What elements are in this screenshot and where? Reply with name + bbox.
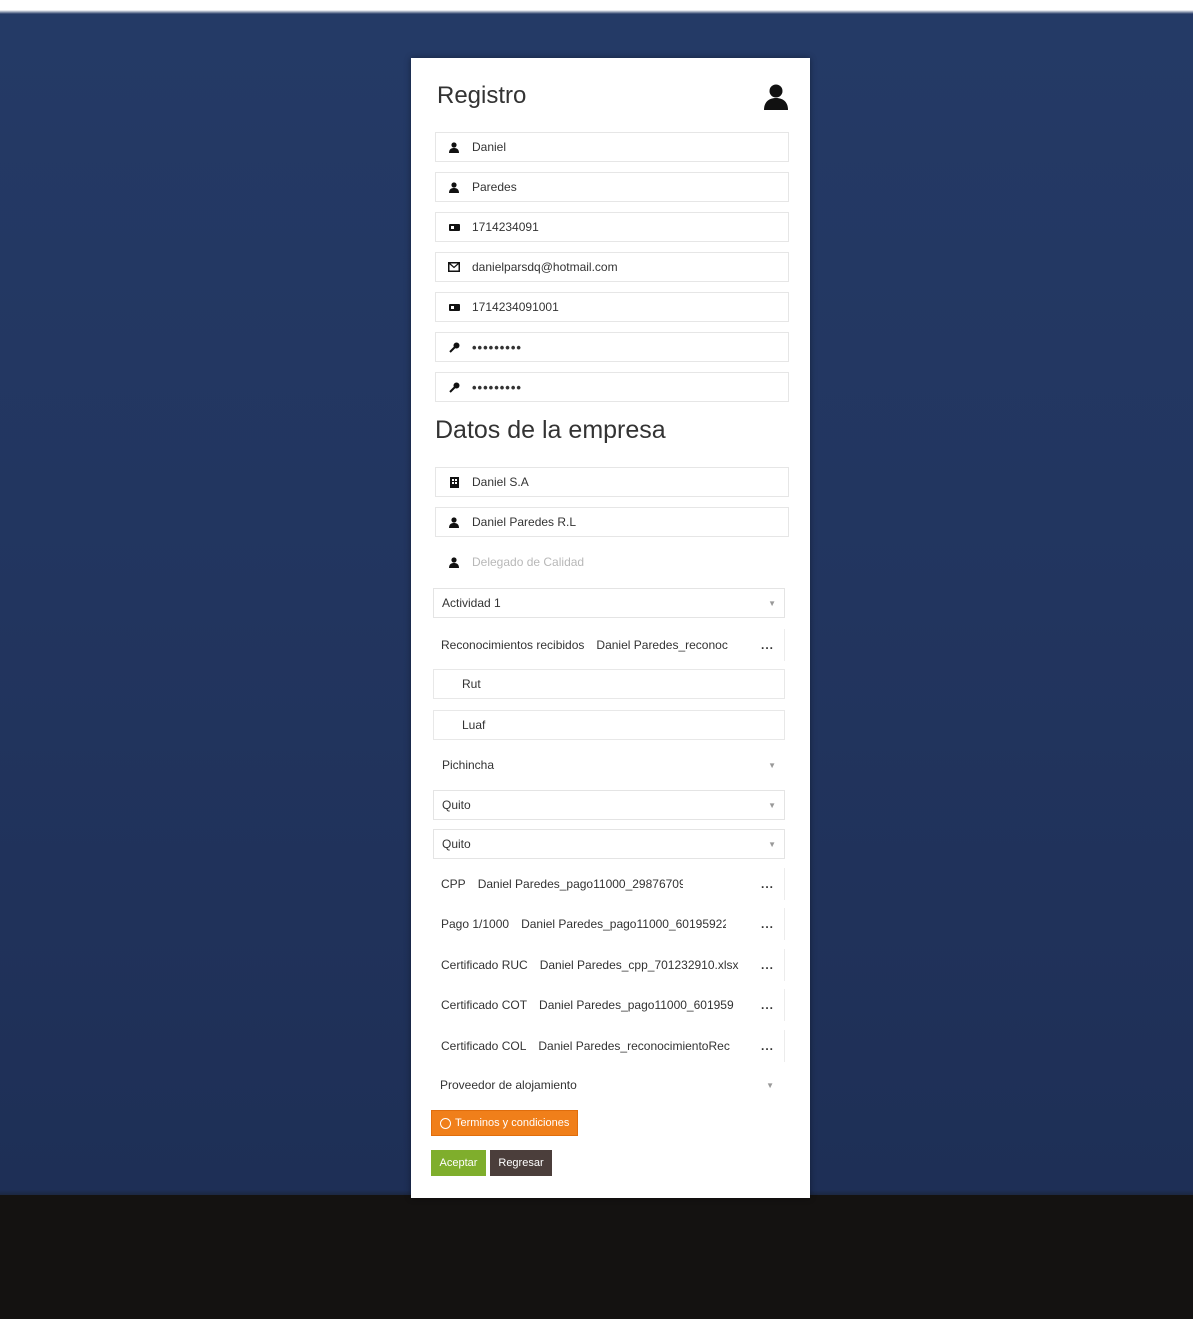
email-value: danielparsdq@hotmail.com (472, 260, 618, 274)
ruc-cert-file-name: Daniel Paredes_cpp_701232910.xlsx (539, 958, 739, 972)
luaf-value: Luaf (462, 718, 486, 732)
activity-select[interactable]: Actividad 1 ▼ (433, 588, 785, 618)
cpp-file-name: Daniel Paredes_pago11000_29876709.xlsx (477, 877, 683, 891)
accept-button-label: Aceptar (439, 1157, 478, 1169)
parish-select-value: Quito (442, 837, 471, 851)
circle-icon (440, 1117, 451, 1129)
back-button-label: Regresar (498, 1157, 544, 1169)
chevron-down-icon: ▼ (768, 760, 776, 770)
first-name-value: Daniel (472, 140, 507, 154)
accept-button[interactable]: Aceptar (431, 1150, 486, 1176)
key-icon (436, 342, 472, 353)
monitor-bezel (0, 1195, 1193, 1319)
payment-file-name: Daniel Paredes_pago11000_60195922 (521, 917, 727, 931)
legal-rep-value: Daniel Paredes R.L (472, 515, 577, 529)
ruc-value: 1714234091001 (472, 300, 559, 314)
envelope-icon (436, 262, 472, 272)
col-cert-file-field[interactable]: Certificado COL Daniel Paredes_reconocim… (433, 1030, 785, 1062)
confirm-password-value: ••••••••• (472, 379, 522, 395)
luaf-field[interactable]: Luaf (433, 710, 785, 740)
key-icon (436, 382, 472, 393)
rut-value: Rut (462, 677, 481, 691)
col-cert-file-name: Daniel Paredes_reconocimientoRec (538, 1039, 730, 1053)
registration-panel: Registro Daniel Paredes 1714234091 danie… (411, 58, 810, 1198)
terms-button[interactable]: Terminos y condiciones (431, 1110, 578, 1136)
company-name-value: Daniel S.A (472, 475, 529, 489)
province-select[interactable]: Pichincha ▼ (433, 750, 785, 780)
page-title: Registro (437, 82, 527, 109)
cpp-file-field[interactable]: CPP Daniel Paredes_pago11000_29876709.xl… (433, 868, 785, 900)
browse-button[interactable]: ... (761, 917, 774, 931)
user-icon (436, 141, 472, 153)
chevron-down-icon: ▼ (768, 800, 776, 810)
last-name-value: Paredes (472, 180, 517, 194)
payment-file-field[interactable]: Pago 1/1000 Daniel Paredes_pago11000_601… (433, 908, 785, 940)
cot-cert-file-name: Daniel Paredes_pago11000_601959 (539, 998, 734, 1012)
company-name-field[interactable]: Daniel S.A (435, 467, 789, 497)
user-icon (436, 181, 472, 193)
back-button[interactable]: Regresar (490, 1150, 552, 1176)
ruc-cert-label: Certificado RUC (441, 958, 528, 972)
id-number-field[interactable]: 1714234091 (435, 212, 789, 242)
id-card-icon (436, 223, 472, 231)
province-select-value: Pichincha (442, 758, 495, 772)
cot-cert-label: Certificado COT (441, 998, 528, 1012)
browse-button[interactable]: ... (761, 958, 774, 972)
browse-button[interactable]: ... (761, 638, 774, 652)
browse-button[interactable]: ... (761, 998, 774, 1012)
provider-select[interactable]: Proveedor de alojamiento ▼ (431, 1070, 783, 1100)
chevron-down-icon: ▼ (768, 598, 776, 608)
last-name-field[interactable]: Paredes (435, 172, 789, 202)
legal-rep-field[interactable]: Daniel Paredes R.L (435, 507, 789, 537)
ruc-field[interactable]: 1714234091001 (435, 292, 789, 322)
col-cert-label: Certificado COL (441, 1039, 527, 1053)
payment-label: Pago 1/1000 (441, 917, 510, 931)
password-field[interactable]: ••••••••• (435, 332, 789, 362)
city-select-value: Quito (442, 798, 471, 812)
user-icon (436, 556, 472, 568)
chevron-down-icon: ▼ (768, 839, 776, 849)
cpp-label: CPP (441, 877, 466, 891)
recognitions-file-field[interactable]: Reconocimientos recibidos Daniel Paredes… (433, 629, 785, 661)
first-name-field[interactable]: Daniel (435, 132, 789, 162)
id-card-icon (436, 303, 472, 311)
cot-cert-file-field[interactable]: Certificado COT Daniel Paredes_pago11000… (433, 989, 785, 1021)
ruc-cert-file-field[interactable]: Certificado RUC Daniel Paredes_cpp_70123… (433, 949, 785, 981)
id-number-value: 1714234091 (472, 220, 539, 234)
user-icon (436, 516, 472, 528)
city-select[interactable]: Quito ▼ (433, 790, 785, 820)
parish-select[interactable]: Quito ▼ (433, 829, 785, 859)
terms-button-label: Terminos y condiciones (455, 1117, 570, 1129)
quality-delegate-placeholder: Delegado de Calidad (472, 555, 585, 569)
quality-delegate-field[interactable]: Delegado de Calidad (435, 547, 789, 577)
recognitions-label: Reconocimientos recibidos (441, 638, 585, 652)
section-title: Datos de la empresa (435, 416, 666, 444)
activity-select-value: Actividad 1 (442, 596, 501, 610)
building-icon (436, 476, 472, 488)
provider-select-value: Proveedor de alojamiento (440, 1078, 577, 1092)
recognitions-file-name: Daniel Paredes_reconoc (596, 638, 728, 652)
confirm-password-field[interactable]: ••••••••• (435, 372, 789, 402)
chevron-down-icon: ▼ (766, 1080, 774, 1090)
password-value: ••••••••• (472, 339, 522, 355)
user-icon (764, 84, 788, 110)
rut-field[interactable]: Rut (433, 669, 785, 699)
browse-button[interactable]: ... (761, 877, 774, 891)
email-field[interactable]: danielparsdq@hotmail.com (435, 252, 789, 282)
browse-button[interactable]: ... (761, 1039, 774, 1053)
